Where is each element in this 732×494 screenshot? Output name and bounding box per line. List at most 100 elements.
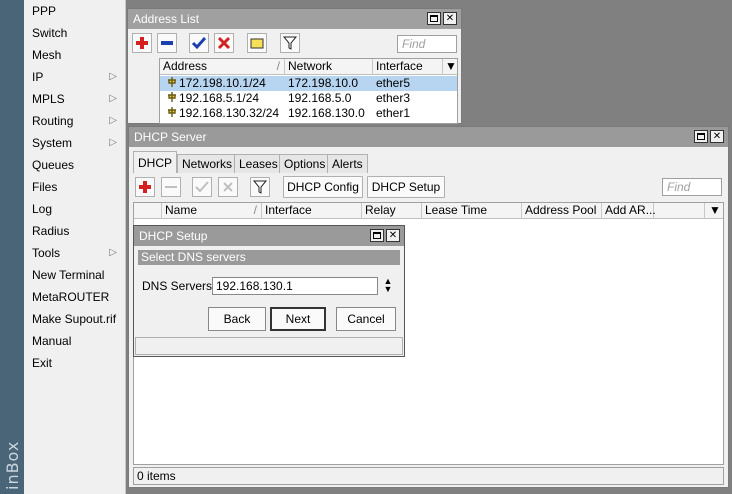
- table-row[interactable]: 192.168.5.1/24 192.168.5.0 ether3: [160, 91, 457, 106]
- disable-button[interactable]: [214, 33, 234, 53]
- sidebar-item-label: Make Supout.rif: [32, 312, 117, 326]
- dhcp-enable-button[interactable]: [192, 177, 212, 197]
- cell-network: 172.198.10.0: [288, 76, 359, 90]
- sidebar-item-manual[interactable]: Manual: [24, 330, 125, 352]
- sidebar-item-queues[interactable]: Queues: [24, 154, 125, 176]
- sidebar-item-log[interactable]: Log: [24, 198, 125, 220]
- sidebar-item-label: Queues: [32, 158, 75, 172]
- cell-address: 172.198.10.1/24: [179, 76, 266, 90]
- col-network[interactable]: Network: [285, 59, 373, 75]
- dhcp-disable-button[interactable]: [218, 177, 238, 197]
- sidebar-item-tools[interactable]: Tools ▷: [24, 242, 125, 264]
- remove-button[interactable]: [157, 33, 177, 53]
- table-row[interactable]: 192.168.130.32/24 192.168.130.0 ether1: [160, 106, 457, 121]
- dhcp-grid-header: Name / Interface Relay Lease Time Address…: [134, 203, 723, 219]
- restore-icon: [373, 232, 381, 239]
- check-icon: [195, 181, 209, 193]
- dhcp-add-button[interactable]: [135, 177, 155, 197]
- dhcp-setup-dialog: DHCP Setup ✕ Select DNS servers DNS Serv…: [133, 225, 405, 357]
- sidebar-item-label: IP: [32, 70, 44, 84]
- sidebar-item-system[interactable]: System ▷: [24, 132, 125, 154]
- address-list-titlebar[interactable]: Address List ✕: [128, 9, 461, 29]
- cell-address: 192.168.5.1/24: [179, 91, 260, 105]
- dhcp-server-title: DHCP Server: [134, 130, 207, 144]
- submenu-arrow-icon: ▷: [109, 71, 117, 82]
- restore-button[interactable]: [427, 12, 441, 25]
- close-button[interactable]: ✕: [443, 12, 457, 25]
- sidebar-item-switch[interactable]: Switch: [24, 22, 125, 44]
- sidebar-item-exit[interactable]: Exit: [24, 352, 125, 374]
- back-button[interactable]: Back: [208, 307, 266, 331]
- cell-network: 192.168.5.0: [288, 91, 352, 105]
- table-row[interactable]: 172.198.10.1/24 172.198.10.0 ether5: [160, 76, 457, 91]
- sidebar-menu: PPP Switch Mesh IP ▷ MPLS ▷ Routing ▷ System ▷ Queu…: [24, 0, 126, 494]
- col-lease-time[interactable]: Lease Time: [422, 203, 522, 219]
- dhcp-columns-dropdown[interactable]: ▼: [705, 203, 723, 219]
- tab-options[interactable]: Options: [279, 154, 331, 173]
- address-find-input[interactable]: Find: [397, 35, 457, 53]
- sidebar-item-routing[interactable]: Routing ▷: [24, 110, 125, 132]
- col-name[interactable]: Name /: [162, 203, 262, 219]
- address-grid-header: Address / Network Interface ▼: [160, 59, 457, 75]
- sidebar-item-ip[interactable]: IP ▷: [24, 66, 125, 88]
- col-relay[interactable]: Relay: [362, 203, 422, 219]
- setup-close-button[interactable]: ✕: [386, 229, 400, 242]
- dhcp-remove-button[interactable]: [161, 177, 181, 197]
- add-button[interactable]: [132, 33, 152, 53]
- dhcp-server-titlebar[interactable]: DHCP Server ✕: [129, 127, 728, 147]
- tab-dhcp[interactable]: DHCP: [133, 151, 178, 173]
- dhcp-find-input[interactable]: Find: [662, 178, 722, 196]
- dns-servers-input[interactable]: 192.168.130.1: [212, 277, 378, 295]
- sidebar-item-label: MPLS: [32, 92, 65, 106]
- enable-button[interactable]: [189, 33, 209, 53]
- col-filler: [654, 203, 705, 219]
- dns-servers-label: DNS Servers:: [142, 279, 216, 293]
- sidebar-item-label: Tools: [32, 246, 61, 260]
- col-interface[interactable]: Interface: [262, 203, 362, 219]
- close-icon: ✕: [388, 230, 398, 241]
- dhcp-restore-button[interactable]: [694, 130, 708, 143]
- cancel-button[interactable]: Cancel: [336, 307, 396, 331]
- minus-icon: [165, 186, 177, 188]
- dns-servers-stepper[interactable]: ▲ ▼: [382, 277, 394, 295]
- filter-button[interactable]: [280, 33, 300, 53]
- tab-networks[interactable]: Networks: [177, 154, 238, 173]
- dhcp-filter-button[interactable]: [250, 177, 270, 197]
- col-interface[interactable]: Interface: [373, 59, 443, 75]
- cell-interface: ether1: [376, 106, 411, 120]
- dhcp-setup-button[interactable]: DHCP Setup: [367, 176, 445, 198]
- col-address-pool[interactable]: Address Pool: [522, 203, 602, 219]
- dhcp-setup-titlebar[interactable]: DHCP Setup ✕: [134, 226, 404, 246]
- sidebar-item-metarouter[interactable]: MetaROUTER: [24, 286, 125, 308]
- sidebar-item-label: New Terminal: [32, 268, 105, 282]
- sidebar-item-new-terminal[interactable]: New Terminal: [24, 264, 125, 286]
- dhcp-config-button[interactable]: DHCP Config: [283, 176, 363, 198]
- sidebar-item-make-supout-rif[interactable]: Make Supout.rif: [24, 308, 125, 330]
- sidebar-item-mesh[interactable]: Mesh: [24, 44, 125, 66]
- setup-status-bar: [135, 337, 403, 355]
- sidebar-item-label: PPP: [32, 4, 57, 18]
- columns-dropdown[interactable]: ▼: [443, 59, 457, 75]
- dhcp-close-button[interactable]: ✕: [710, 130, 724, 143]
- tab-leases[interactable]: Leases: [234, 154, 283, 173]
- close-icon: ✕: [712, 131, 722, 142]
- restore-icon: [430, 15, 438, 22]
- setup-restore-button[interactable]: [370, 229, 384, 242]
- dhcp-item-count: 0 items: [137, 469, 176, 483]
- col-add-arp[interactable]: Add AR...: [602, 203, 656, 219]
- sidebar-item-label: Routing: [32, 114, 74, 128]
- comment-button[interactable]: [247, 33, 267, 53]
- col-address[interactable]: Address /: [160, 59, 285, 75]
- cell-interface: ether5: [376, 76, 411, 90]
- sidebar-item-mpls[interactable]: MPLS ▷: [24, 88, 125, 110]
- filter-icon: [282, 36, 298, 50]
- next-button[interactable]: Next: [270, 307, 326, 331]
- sidebar-item-files[interactable]: Files: [24, 176, 125, 198]
- sidebar-item-radius[interactable]: Radius: [24, 220, 125, 242]
- sidebar-item-label: System: [32, 136, 73, 150]
- dhcp-status-bar: 0 items: [133, 467, 724, 485]
- sidebar-item-ppp[interactable]: PPP: [24, 0, 125, 22]
- submenu-arrow-icon: ▷: [109, 247, 117, 258]
- sidebar-item-label: Manual: [32, 334, 72, 348]
- tab-alerts[interactable]: Alerts: [327, 154, 368, 173]
